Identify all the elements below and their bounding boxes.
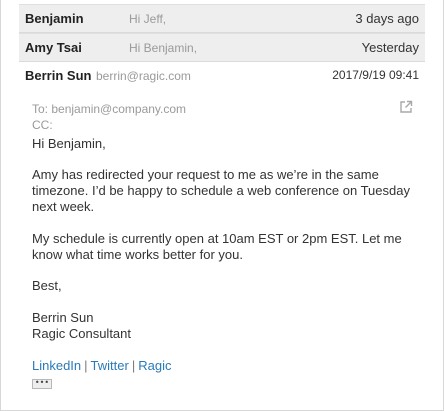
thread-sender: Amy Tsai: [25, 40, 82, 55]
link-separator: |: [131, 358, 136, 373]
email-thread-panel: Benjamin Hi Jeff, 3 days ago Amy Tsai Hi…: [0, 0, 444, 411]
message-cc: CC:: [32, 118, 53, 132]
link-separator: |: [84, 358, 88, 373]
message-closing: Best,: [32, 278, 62, 293]
thread-item[interactable]: Amy Tsai Hi Benjamin, Yesterday: [19, 33, 425, 62]
message-paragraph: My schedule is currently open at 10am ES…: [32, 231, 402, 262]
thread-snippet: Hi Jeff,: [129, 12, 167, 26]
signature-title: Ragic Consultant: [32, 326, 131, 341]
message-date: 2017/9/19 09:41: [332, 68, 419, 82]
thread-date: 3 days ago: [355, 11, 419, 26]
signature-name: Berrin Sun: [32, 310, 94, 325]
ragic-link[interactable]: Ragic: [138, 358, 171, 373]
thread-sender: Benjamin: [25, 11, 84, 26]
linkedin-link[interactable]: LinkedIn: [32, 358, 81, 373]
open-message-header[interactable]: Berrin Sun berrin@ragic.com 2017/9/19 09…: [19, 62, 425, 88]
thread-snippet: Hi Benjamin,: [129, 41, 198, 55]
message-paragraph: Amy has redirected your request to me as…: [32, 167, 410, 214]
popout-icon[interactable]: [399, 100, 413, 114]
message-sender: Berrin Sun: [25, 68, 92, 83]
signature-links: LinkedIn | Twitter | Ragic: [32, 358, 171, 374]
twitter-link[interactable]: Twitter: [91, 358, 129, 373]
message-sender-email: berrin@ragic.com: [96, 69, 191, 83]
thread-date: Yesterday: [361, 40, 419, 55]
show-trimmed-content-button[interactable]: •••: [32, 379, 52, 389]
message-to: To: benjamin@company.com: [32, 102, 187, 116]
message-greeting: Hi Benjamin,: [32, 136, 106, 151]
thread-item[interactable]: Benjamin Hi Jeff, 3 days ago: [19, 4, 425, 33]
